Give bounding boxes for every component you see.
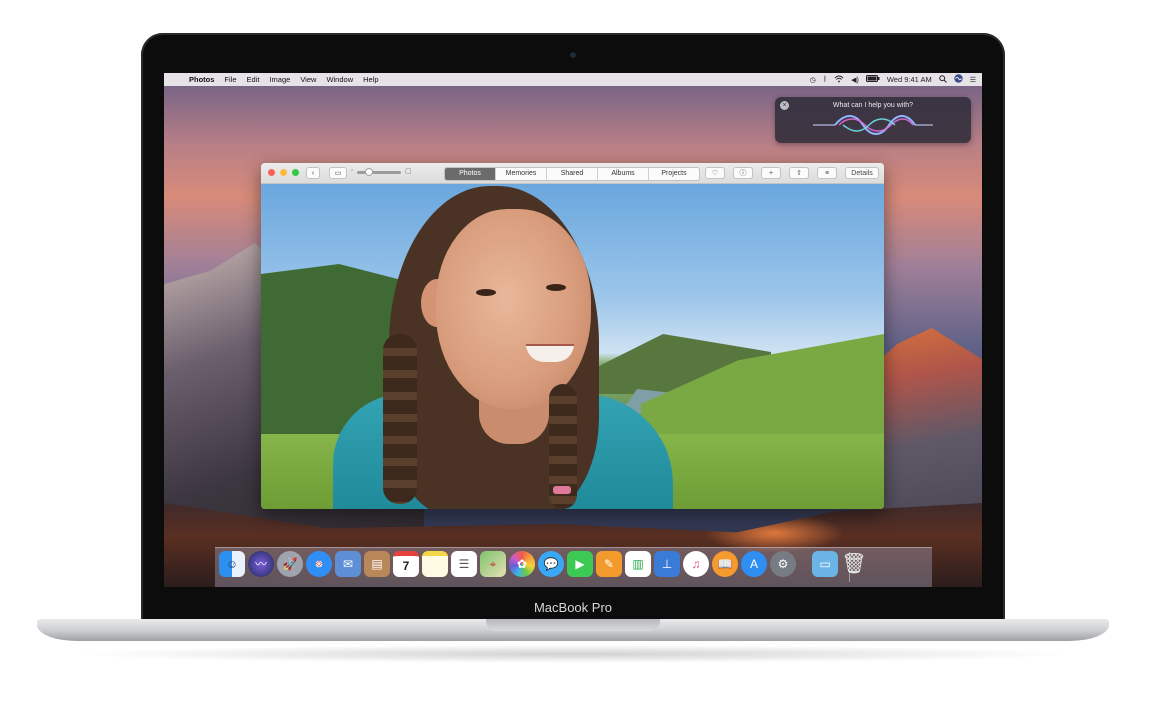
wifi-icon[interactable] bbox=[834, 75, 844, 85]
tab-photos[interactable]: Photos bbox=[445, 168, 496, 180]
back-button[interactable]: ‹ bbox=[306, 167, 320, 179]
keynote-icon[interactable]: ⊥ bbox=[654, 551, 680, 577]
sidebar-toggle-button[interactable]: ▭ bbox=[329, 167, 347, 179]
dock-icons: ☺ 〰 🚀 ✧ ✉ ▤ 7 ☰ ⌖ ✿ 💬 ▶ ✎ ▥ ⊥ ♫ 📖 A ⚙ ▭ … bbox=[219, 551, 867, 581]
downloads-folder-icon[interactable]: ▭ bbox=[812, 551, 838, 577]
numbers-icon[interactable]: ▥ bbox=[625, 551, 651, 577]
siri-prompt: What can I help you with? bbox=[832, 102, 914, 109]
adjust-button[interactable]: ≡ bbox=[817, 167, 837, 179]
menu-view[interactable]: View bbox=[300, 75, 316, 84]
notes-icon[interactable] bbox=[422, 551, 448, 577]
maps-icon[interactable]: ⌖ bbox=[480, 551, 506, 577]
calendar-icon[interactable]: 7 bbox=[393, 551, 419, 577]
close-window-button[interactable] bbox=[268, 169, 275, 176]
macbook-pro-label: MacBook Pro bbox=[533, 600, 613, 615]
info-button[interactable]: ⓘ bbox=[733, 167, 753, 179]
launchpad-icon[interactable]: 🚀 bbox=[277, 551, 303, 577]
siri-panel: × What can I help you with? bbox=[775, 97, 971, 143]
photos-app-icon[interactable]: ✿ bbox=[509, 551, 535, 577]
camera-icon bbox=[570, 52, 576, 58]
share-button[interactable]: ⇧ bbox=[789, 167, 809, 179]
bluetooth-icon[interactable]: ᛒ bbox=[823, 76, 827, 83]
spotlight-search-icon[interactable] bbox=[939, 74, 947, 85]
zoom-window-button[interactable] bbox=[292, 169, 299, 176]
trash-icon[interactable]: 🗑 bbox=[841, 551, 867, 577]
menu-edit[interactable]: Edit bbox=[247, 75, 260, 84]
macbook-pro: Photos File Edit Image View Window Help … bbox=[0, 0, 1156, 717]
menu-window[interactable]: Window bbox=[326, 75, 353, 84]
siri-icon[interactable] bbox=[954, 74, 963, 85]
favorite-button[interactable]: ♡ bbox=[705, 167, 725, 179]
clock[interactable]: Wed 9:41 AM bbox=[887, 75, 932, 84]
zoom-slider-knob[interactable] bbox=[365, 168, 373, 176]
screen: Photos File Edit Image View Window Help … bbox=[164, 73, 982, 587]
pages-icon[interactable]: ✎ bbox=[596, 551, 622, 577]
time-machine-icon[interactable]: ◷ bbox=[810, 76, 816, 84]
laptop-shadow bbox=[70, 645, 1080, 663]
photos-window: ‹ ▭ ▫ ▢ Photos Memories Shared Albums Pr… bbox=[261, 163, 884, 509]
minimize-window-button[interactable] bbox=[280, 169, 287, 176]
ibooks-icon[interactable]: 📖 bbox=[712, 551, 738, 577]
laptop-opening-notch bbox=[486, 619, 660, 631]
tab-shared[interactable]: Shared bbox=[547, 168, 598, 180]
menu-bar: Photos File Edit Image View Window Help … bbox=[164, 73, 982, 86]
zoom-in-icon: ▢ bbox=[405, 168, 412, 175]
system-preferences-icon[interactable]: ⚙ bbox=[770, 551, 796, 577]
contacts-icon[interactable]: ▤ bbox=[364, 551, 390, 577]
menu-extras: ◷ ᛒ ◀) Wed 9:41 AM ☰ bbox=[810, 73, 976, 86]
siri-app-icon[interactable]: 〰 bbox=[248, 551, 274, 577]
tab-albums[interactable]: Albums bbox=[598, 168, 649, 180]
notification-center-icon[interactable]: ☰ bbox=[970, 76, 976, 84]
menu-help[interactable]: Help bbox=[363, 75, 378, 84]
zoom-out-icon: ▫ bbox=[351, 168, 354, 174]
safari-icon[interactable]: ✧ bbox=[306, 551, 332, 577]
menu-image[interactable]: Image bbox=[269, 75, 290, 84]
finder-icon[interactable]: ☺ bbox=[219, 551, 245, 577]
calendar-day: 7 bbox=[402, 559, 410, 573]
view-tabs: Photos Memories Shared Albums Projects bbox=[444, 167, 700, 181]
tab-memories[interactable]: Memories bbox=[496, 168, 547, 180]
menu-file[interactable]: File bbox=[224, 75, 236, 84]
siri-waveform-icon bbox=[813, 115, 933, 135]
itunes-icon[interactable]: ♫ bbox=[683, 551, 709, 577]
photo-portrait-girl[interactable] bbox=[261, 184, 884, 509]
facetime-icon[interactable]: ▶ bbox=[567, 551, 593, 577]
reminders-icon[interactable]: ☰ bbox=[451, 551, 477, 577]
menu-app-name[interactable]: Photos bbox=[189, 75, 214, 84]
zoom-slider[interactable] bbox=[357, 168, 401, 176]
details-button[interactable]: Details bbox=[845, 167, 879, 179]
battery-icon[interactable] bbox=[865, 75, 880, 84]
messages-icon[interactable]: 💬 bbox=[538, 551, 564, 577]
photos-toolbar: ‹ ▭ ▫ ▢ Photos Memories Shared Albums Pr… bbox=[261, 163, 884, 184]
app-store-icon[interactable]: A bbox=[741, 551, 767, 577]
volume-icon[interactable]: ◀) bbox=[851, 76, 859, 84]
tab-projects[interactable]: Projects bbox=[649, 168, 699, 180]
add-button[interactable]: + bbox=[761, 167, 781, 179]
mail-icon[interactable]: ✉ bbox=[335, 551, 361, 577]
